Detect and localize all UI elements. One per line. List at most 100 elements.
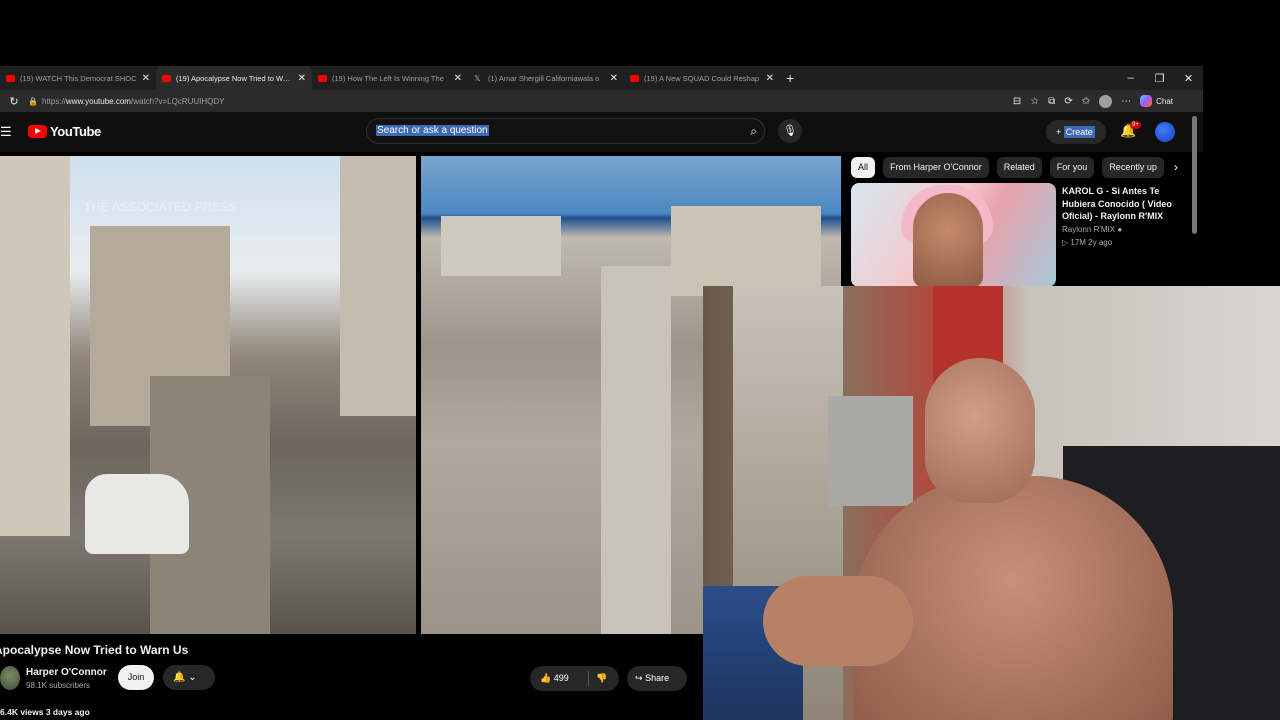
verified-icon: ●: [1117, 225, 1123, 234]
chip-from-channel[interactable]: From Harper O'Connor: [883, 156, 989, 178]
channel-name[interactable]: Harper O'Connor: [26, 667, 107, 678]
search-icon[interactable]: ⌕: [750, 124, 757, 139]
tab-title: (1) Amar Shergill Californiawala o: [488, 73, 600, 83]
filter-chips: All From Harper O'Connor Related For you…: [851, 156, 1191, 178]
playlist-play-icon: ▷: [1062, 238, 1069, 247]
youtube-logo[interactable]: YouTube: [28, 124, 101, 139]
dislike-button[interactable]: 👎: [596, 666, 607, 691]
join-button[interactable]: Join: [118, 665, 154, 690]
subscribed-notifications-button[interactable]: 🔔 ⌄: [163, 665, 215, 690]
url-field[interactable]: https://www.youtube.com/watch?v=LQcRUUIH…: [42, 97, 1013, 106]
white-car: [85, 474, 189, 554]
building-ruin: [671, 206, 821, 296]
close-icon[interactable]: ✕: [142, 73, 150, 84]
close-icon[interactable]: ✕: [610, 73, 618, 84]
create-button[interactable]: + Create: [1046, 120, 1106, 144]
share-button[interactable]: ↪ Share: [627, 666, 687, 691]
building-ruin: [0, 156, 70, 536]
screen: (19) WATCH This Democrat SHOC ✕ (19) Apo…: [0, 0, 1280, 720]
sync-icon[interactable]: ⟳: [1064, 96, 1072, 107]
more-icon[interactable]: ⋯: [1121, 96, 1131, 107]
split-screen-icon[interactable]: ⊟: [1013, 96, 1021, 107]
search-query-text: Search or ask a question: [376, 125, 489, 136]
street: [601, 266, 671, 634]
profile-icon[interactable]: [1099, 94, 1113, 108]
tab-5[interactable]: (19) A New SQUAD Could Reshap ✕: [624, 66, 780, 90]
recommended-video-channel[interactable]: Raylonn R'MIX ●: [1062, 225, 1122, 234]
chip-related[interactable]: Related: [996, 156, 1042, 178]
favorite-star-icon[interactable]: ☆: [1030, 96, 1039, 107]
video-views-date: 6.4K views 3 days ago: [0, 707, 90, 717]
close-window-icon[interactable]: ✕: [1174, 72, 1203, 85]
search-input[interactable]: Search or ask a question ⌕: [366, 118, 765, 144]
recommended-video-meta: ▷ 17M 2y ago: [1062, 238, 1112, 247]
channel-avatar[interactable]: [0, 666, 20, 690]
recommended-video-thumbnail[interactable]: [851, 183, 1056, 287]
reload-icon[interactable]: ↻: [0, 95, 28, 108]
tab-1[interactable]: (19) WATCH This Democrat SHOC ✕: [0, 66, 156, 90]
url-scheme: https://: [42, 96, 67, 106]
recommended-video-title[interactable]: KAROL G - Si Antes Te Hubiera Conocido (…: [1062, 185, 1180, 223]
tab-title: (19) How The Left Is Winning The: [332, 73, 444, 83]
scrollbar[interactable]: [1192, 116, 1197, 234]
lock-icon[interactable]: 🔒: [28, 97, 42, 106]
chevron-right-icon[interactable]: ›: [1174, 160, 1178, 174]
webcam-person-head: [925, 358, 1035, 503]
copilot-chat-button[interactable]: Chat: [1140, 95, 1173, 107]
url-path: /watch?v=LQcRUUIHQDY: [130, 96, 225, 106]
recommended-video-stats: 17M 2y ago: [1070, 238, 1113, 247]
chip-all[interactable]: All: [851, 156, 876, 178]
minimize-icon[interactable]: –: [1116, 72, 1145, 84]
create-label: Create: [1063, 126, 1095, 138]
bell-icon: 🔔: [173, 672, 186, 683]
youtube-play-icon: [28, 125, 47, 138]
restore-icon[interactable]: ❐: [1145, 72, 1174, 85]
subscriber-count: 98.1K subscribers: [26, 681, 91, 690]
youtube-favicon-icon: [630, 74, 639, 82]
chevron-down-icon: ⌄: [188, 672, 197, 683]
webcam-fridge: [828, 396, 913, 506]
address-bar: ↻ 🔒 https://www.youtube.com/watch?v=LQcR…: [0, 90, 1203, 112]
building-ruin: [441, 216, 561, 276]
notification-badge: 9+: [1130, 121, 1141, 129]
youtube-favicon-icon: [6, 74, 15, 82]
divider: [588, 671, 589, 686]
building-ruin: [340, 156, 416, 416]
chat-label: Chat: [1156, 96, 1173, 106]
tab-title: (19) Apocalypse Now Tried to Warn: [176, 73, 294, 83]
close-icon[interactable]: ✕: [454, 73, 462, 84]
favorites-icon[interactable]: ✩: [1082, 96, 1090, 107]
chip-recently-uploaded[interactable]: Recently up: [1102, 156, 1164, 178]
window-controls: – ❐ ✕: [1116, 66, 1203, 90]
like-button[interactable]: 👍 499: [540, 673, 569, 683]
close-icon[interactable]: ✕: [766, 73, 774, 84]
share-label: Share: [645, 673, 670, 683]
webcam-person-arm: [763, 576, 913, 666]
video-watermark: THE ASSOCIATED PRESS: [84, 200, 238, 214]
hamburger-menu-icon[interactable]: ☰: [0, 125, 12, 138]
tab-title: (19) A New SQUAD Could Reshap: [644, 73, 760, 83]
logo-text: YouTube: [50, 124, 101, 139]
youtube-header: ☰ YouTube Search or ask a question ⌕ 🎙 +…: [0, 112, 1203, 152]
tab-2-active[interactable]: (19) Apocalypse Now Tried to Warn ✕: [156, 66, 312, 90]
copilot-icon: [1140, 95, 1153, 107]
share-icon: ↪: [635, 673, 643, 683]
browser-toolbar: ⊟ ☆ ⧉ ⟳ ✩ ⋯ Chat: [1013, 94, 1203, 108]
thumbnail-face: [913, 193, 983, 287]
tab-3[interactable]: (19) How The Left Is Winning The ✕: [312, 66, 468, 90]
thumbs-up-icon: 👍: [540, 673, 552, 683]
video-title: Apocalypse Now Tried to Warn Us: [0, 643, 189, 657]
tab-title: (19) WATCH This Democrat SHOC: [20, 73, 137, 83]
close-icon[interactable]: ✕: [298, 73, 306, 84]
channel-name: Raylonn R'MIX: [1062, 225, 1116, 234]
chip-for-you[interactable]: For you: [1049, 156, 1095, 178]
microphone-icon[interactable]: 🎙: [778, 119, 802, 143]
url-host: www.youtube.com: [66, 96, 131, 106]
youtube-favicon-icon: [162, 74, 171, 82]
tab-4[interactable]: 𝕏 (1) Amar Shergill Californiawala o ✕: [468, 66, 624, 90]
avatar[interactable]: [1155, 122, 1175, 142]
new-tab-button[interactable]: +: [786, 70, 794, 86]
webcam-overlay: [703, 286, 1280, 720]
extensions-icon[interactable]: ⧉: [1048, 96, 1055, 107]
browser-tab-strip: (19) WATCH This Democrat SHOC ✕ (19) Apo…: [0, 66, 1203, 90]
